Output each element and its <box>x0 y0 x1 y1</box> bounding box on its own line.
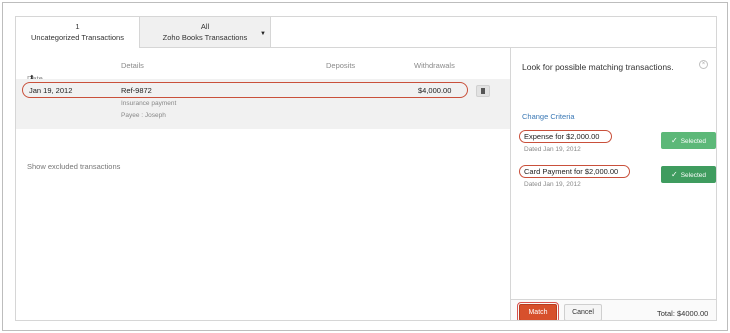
change-criteria-link[interactable]: Change Criteria <box>522 112 575 121</box>
match-title: Expense for $2,000.00 <box>524 132 600 141</box>
table-row[interactable]: Jan 19, 2012 Ref-9872 Insurance payment … <box>16 79 510 129</box>
row-payee: Payee : Joseph <box>121 112 166 119</box>
matching-panel: Look for possible matching transactions.… <box>510 48 716 320</box>
panel-footer: Match Cancel Total: $4000.00 <box>511 299 716 320</box>
match-date: Dated Jan 19, 2012 <box>524 146 581 153</box>
trash-icon[interactable] <box>476 85 490 97</box>
show-excluded-link[interactable]: Show excluded transactions <box>27 162 120 171</box>
tab-uncategorized[interactable]: 1 Uncategorized Transactions <box>16 17 140 48</box>
chevron-down-icon[interactable]: ▼ <box>260 29 266 40</box>
row-description: Insurance payment <box>121 100 177 107</box>
tab-zoho-books[interactable]: All Zoho Books Transactions ▼ <box>140 17 271 48</box>
check-icon: ✓ <box>671 136 678 145</box>
match-item: Card Payment for $2,000.00 Dated Jan 19,… <box>516 165 716 193</box>
window-frame: 1 Uncategorized Transactions All Zoho Bo… <box>2 2 728 331</box>
match-title: Card Payment for $2,000.00 <box>524 167 619 176</box>
row-date: Jan 19, 2012 <box>29 86 73 95</box>
match-button[interactable]: Match <box>517 302 559 320</box>
check-icon: ✓ <box>671 170 678 179</box>
row-ref: Ref-9872 <box>121 86 152 95</box>
transactions-list: Date⬍ Details Deposits Withdrawals Jan 1… <box>16 48 510 320</box>
tab-bar: 1 Uncategorized Transactions All Zoho Bo… <box>16 17 716 48</box>
panel-title: Look for possible matching transactions. <box>522 62 674 72</box>
close-icon[interactable]: × <box>699 60 708 69</box>
selected-button[interactable]: ✓ Selected <box>661 132 716 149</box>
total-amount: Total: $4000.00 <box>657 309 709 318</box>
cancel-button[interactable]: Cancel <box>564 304 602 320</box>
column-withdrawals: Withdrawals <box>414 61 455 70</box>
match-date: Dated Jan 19, 2012 <box>524 181 581 188</box>
tab-uncategorized-count: 1 <box>75 22 80 31</box>
tab-zoho-books-count: All <box>200 22 210 31</box>
column-headers: Date⬍ Details Deposits Withdrawals <box>16 48 510 83</box>
selected-button[interactable]: ✓ Selected <box>661 166 716 183</box>
column-details: Details <box>121 61 144 70</box>
banking-panel: 1 Uncategorized Transactions All Zoho Bo… <box>15 16 717 321</box>
highlight-oval <box>22 82 468 98</box>
tab-uncategorized-label: Uncategorized Transactions <box>31 33 124 42</box>
column-deposits: Deposits <box>326 61 356 70</box>
match-item: Expense for $2,000.00 Dated Jan 19, 2012… <box>516 130 716 158</box>
row-withdrawal: $4,000.00 <box>418 86 452 95</box>
tab-zoho-books-label: Zoho Books Transactions <box>162 33 248 42</box>
